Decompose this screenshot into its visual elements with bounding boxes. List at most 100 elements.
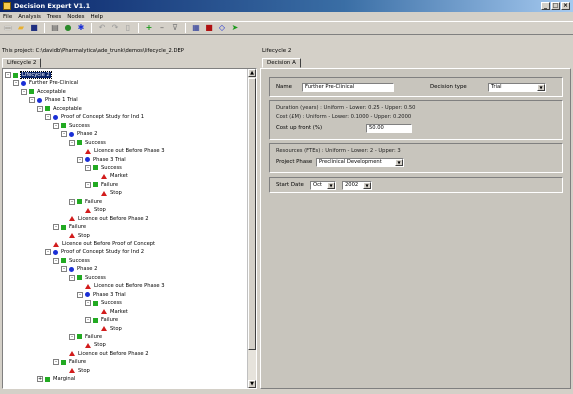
collapse-icon[interactable]: - (21, 88, 27, 95)
collapse-icon[interactable]: - (29, 97, 35, 104)
collapse-icon[interactable]: - (69, 333, 75, 340)
tree-node[interactable]: - Failure (53, 223, 86, 231)
scroll-up-icon[interactable]: ▲ (248, 69, 256, 77)
collapse-icon[interactable]: - (61, 131, 67, 138)
menu-trees[interactable]: Trees (47, 14, 61, 20)
tree-node[interactable]: - Acceptable (37, 105, 82, 113)
run-icon[interactable]: ➤ (230, 23, 240, 33)
start-month-select[interactable]: Oct ▼ (310, 181, 336, 190)
tree-node[interactable]: - Lifecycle 2 (5, 71, 52, 79)
minimize-icon[interactable]: _ (541, 2, 550, 10)
collapse-icon[interactable]: - (53, 257, 59, 264)
collapse-icon[interactable]: - (45, 249, 51, 256)
remove-node-icon[interactable]: – (157, 23, 167, 33)
tree-node[interactable]: Stop (61, 367, 90, 375)
tree-node[interactable]: - Proof of Concept Study for Ind 1 (45, 113, 144, 121)
tree-node[interactable]: - Success (53, 122, 90, 130)
new-icon[interactable]: ▭ (3, 23, 13, 33)
collapse-icon[interactable]: - (13, 80, 19, 87)
find-icon[interactable]: ● (63, 23, 73, 33)
tree-icon[interactable]: ◇ (217, 23, 227, 33)
tree-node[interactable]: Licence out Before Phase 2 (61, 215, 149, 223)
tree-node[interactable]: - Proof of Concept Study for Ind 2 (45, 248, 144, 256)
tree-node[interactable]: - Failure (53, 358, 86, 366)
tree-node[interactable]: - Success (69, 274, 106, 282)
tree-node[interactable]: - Phase 2 (61, 265, 97, 273)
collapse-icon[interactable]: - (5, 72, 11, 78)
menu-analysis[interactable]: Analysis (18, 14, 41, 20)
collapse-icon[interactable]: - (37, 105, 43, 112)
tree-node[interactable]: - Phase 1 Trial (29, 96, 78, 104)
scroll-down-icon[interactable]: ▼ (248, 380, 256, 388)
redo-icon[interactable]: ↷ (110, 23, 120, 33)
tree-node[interactable]: Stop (93, 189, 122, 197)
tree-node[interactable]: - Success (53, 257, 90, 265)
open-icon[interactable]: ▰ (16, 23, 26, 33)
tree-node[interactable]: Stop (93, 325, 122, 333)
collapse-icon[interactable]: - (77, 156, 83, 163)
save-icon[interactable]: ■ (29, 23, 39, 33)
tree-node[interactable]: - Acceptable (21, 88, 66, 96)
tree-node[interactable]: Licence out Before Phase 3 (77, 282, 165, 290)
expand-icon[interactable]: + (37, 376, 43, 383)
add-node-icon[interactable]: + (144, 23, 154, 33)
menu-file[interactable]: File (3, 14, 12, 20)
tree-node[interactable]: Stop (77, 206, 106, 214)
chevron-down-icon[interactable]: ▼ (363, 182, 371, 189)
tree-node[interactable]: - Failure (85, 181, 118, 189)
tree-node[interactable]: Stop (61, 232, 90, 240)
tab-decision-a[interactable]: Decision A (262, 58, 301, 68)
tree-node[interactable]: Licence out Before Phase 2 (61, 350, 149, 358)
collapse-icon[interactable]: - (69, 198, 75, 205)
menu-help[interactable]: Help (90, 14, 103, 20)
grid-icon[interactable]: ▦ (191, 23, 201, 33)
close-icon[interactable]: × (561, 2, 570, 10)
print-icon[interactable]: ▤ (50, 23, 60, 33)
chevron-down-icon[interactable]: ▼ (327, 182, 335, 189)
cost-upfront-input[interactable]: 50.00 (366, 124, 412, 133)
start-year-select[interactable]: 2002 ▼ (342, 181, 372, 190)
collapse-icon[interactable]: - (85, 181, 91, 188)
collapse-icon[interactable]: - (77, 291, 83, 298)
tree-node[interactable]: Market (93, 308, 128, 316)
tree-node[interactable]: + Marginal (37, 375, 75, 383)
paste-icon[interactable]: ▯ (123, 23, 133, 33)
tree-node[interactable]: - Success (85, 164, 122, 172)
tree-node[interactable]: - Success (85, 299, 122, 307)
tree-node[interactable]: Stop (77, 341, 106, 349)
scroll-thumb[interactable] (248, 78, 256, 350)
tree-node[interactable]: - Phase 3 Trial (77, 156, 126, 164)
collapse-icon[interactable]: - (45, 114, 51, 121)
filter-icon[interactable]: ⊽ (170, 23, 180, 33)
collapse-icon[interactable]: - (69, 274, 75, 281)
tree-node[interactable]: Market (93, 172, 128, 180)
collapse-icon[interactable]: - (53, 224, 59, 231)
maximize-icon[interactable]: □ (551, 2, 560, 10)
tree-node[interactable]: - Further Pre-Clinical (13, 79, 78, 87)
tree-node[interactable]: Licence out Before Phase 3 (77, 147, 165, 155)
tree-node[interactable]: Licence out Before Proof of Concept (45, 240, 155, 248)
tree-node[interactable]: - Phase 3 Trial (77, 291, 126, 299)
tree-node[interactable]: - Phase 2 (61, 130, 97, 138)
collapse-icon[interactable]: - (61, 266, 67, 273)
tree-node[interactable]: - Failure (69, 333, 102, 341)
undo-icon[interactable]: ↶ (97, 23, 107, 33)
collapse-icon[interactable]: - (53, 122, 59, 129)
decision-type-select[interactable]: Trial ▼ (488, 83, 546, 92)
tree-vertical-scrollbar[interactable]: ▲ ▼ (247, 69, 256, 388)
tab-lifecycle-2[interactable]: Lifecycle 2 (2, 58, 42, 68)
collapse-icon[interactable]: - (85, 300, 91, 307)
menu-nodes[interactable]: Nodes (67, 14, 84, 20)
name-input[interactable]: Further Pre-Clinical (302, 83, 394, 92)
project-phase-select[interactable]: Preclinical Development ▼ (316, 158, 404, 167)
chevron-down-icon[interactable]: ▼ (395, 159, 403, 166)
settings-icon[interactable]: ✱ (76, 23, 86, 33)
tree-node[interactable]: - Failure (85, 316, 118, 324)
chart-icon[interactable]: ■ (204, 23, 214, 33)
collapse-icon[interactable]: - (53, 359, 59, 366)
collapse-icon[interactable]: - (69, 139, 75, 146)
tree-node[interactable]: - Success (69, 139, 106, 147)
collapse-icon[interactable]: - (85, 317, 91, 324)
tree-node[interactable]: - Failure (69, 198, 102, 206)
collapse-icon[interactable]: - (85, 164, 91, 171)
